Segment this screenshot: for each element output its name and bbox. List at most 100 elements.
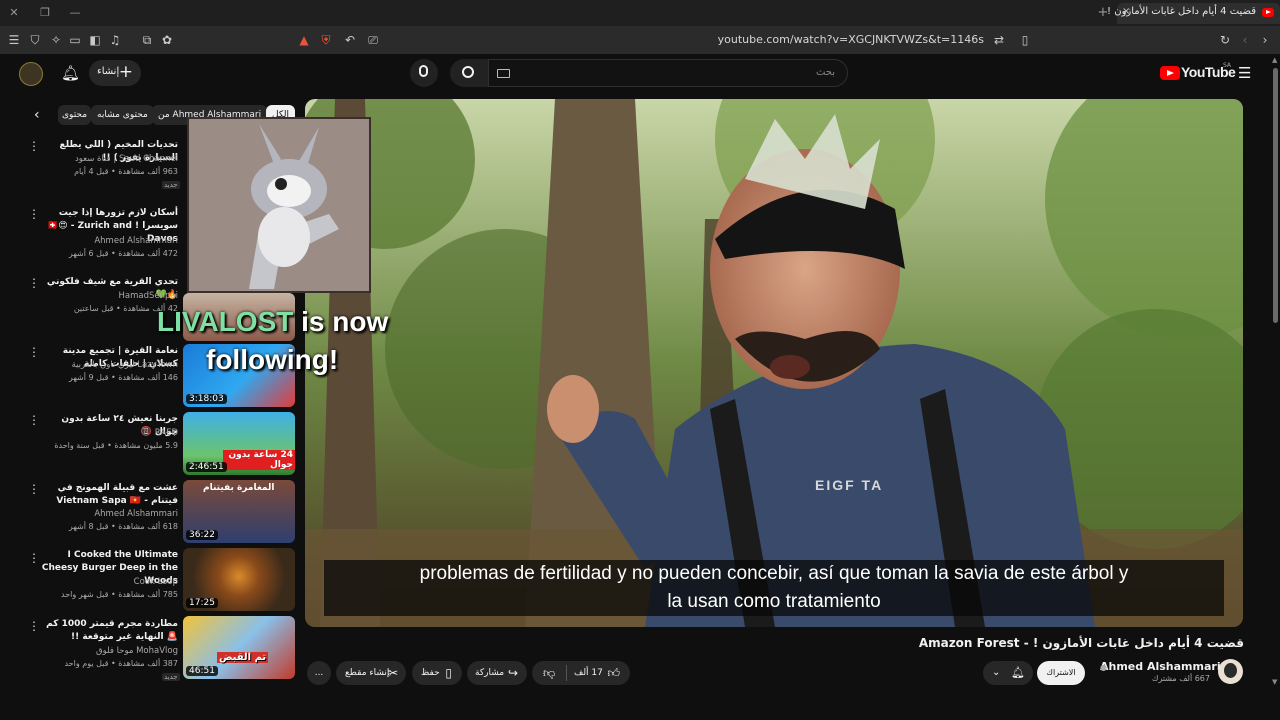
scroll-up-icon[interactable]: ▲ (1272, 56, 1277, 64)
new-badge: جديد (162, 673, 180, 681)
voice-search-button[interactable] (410, 59, 438, 87)
alert-icon[interactable]: ▲ (296, 32, 312, 48)
more-actions-icon[interactable]: ⋮ (28, 277, 40, 289)
video-duration: 17:25 (186, 598, 218, 608)
thumbnail-text: تم القبض (217, 652, 269, 663)
chip-similar[interactable]: محتوى مشابه (91, 105, 154, 125)
channel-name[interactable]: Ahmed Alshammari (38, 509, 178, 519)
menu-icon[interactable]: ☰ (1238, 65, 1251, 81)
more-actions-icon[interactable]: ⋮ (28, 620, 40, 632)
video-duration: 2:46:51 (186, 462, 227, 472)
share-button[interactable]: ↪ مشاركة (467, 661, 527, 685)
video-title[interactable]: مطاردة مجرم قيمتر 1000 كم 🚨 النهاية غير … (38, 618, 178, 644)
video-meta: 785 ألف مشاهدة • قبل شهر واحد (61, 590, 178, 599)
chip-scroll-left-icon[interactable]: ‹ (34, 107, 40, 123)
extensions-icon[interactable]: ✿ (159, 32, 175, 48)
video-duration: 36:22 (186, 530, 218, 540)
channel-name[interactable]: MohaVlog موحا فلوق (38, 646, 178, 656)
window-restore-icon[interactable]: ❐ (37, 5, 53, 21)
like-icon[interactable]: 👍︎ (607, 661, 620, 685)
browser-tab[interactable]: × قضيت 4 أيام داخل غابات الأمازون ! (1107, 3, 1280, 24)
caption-line-1: problemas de fertilidad y no pueden conc… (419, 563, 1129, 584)
channel-name[interactable]: LazyTown ليزي تاون بالعربية (38, 360, 178, 370)
menu-icon[interactable]: ☰ (6, 32, 22, 48)
scrollbar-thumb[interactable] (1273, 68, 1278, 323)
clip-button[interactable]: ✂ إنشاء مقطع (336, 661, 406, 685)
subscriber-count: 667 ألف مشترك (1151, 674, 1210, 683)
more-actions-icon[interactable]: ⋮ (28, 414, 40, 426)
music-icon[interactable]: ♫ (107, 32, 123, 48)
save-button[interactable]: ▯ حفظ (412, 661, 462, 685)
bookmark-icon: ▯ (445, 666, 452, 680)
window-close-icon[interactable]: ✕ (6, 5, 22, 21)
search-placeholder: بحث (815, 67, 835, 78)
follow-text: is now (293, 306, 389, 337)
bookmark-icon[interactable]: ▯ (1017, 32, 1033, 48)
tabs-icon[interactable]: ▭ (67, 32, 83, 48)
more-actions-icon[interactable]: ⋮ (28, 483, 40, 495)
channel-name[interactable]: Ahmed Alshammari (38, 236, 178, 246)
search-input[interactable]: بحث (488, 59, 848, 87)
verified-icon: ● (1100, 663, 1107, 672)
keyboard-icon[interactable] (497, 69, 510, 78)
chip-related-partial[interactable]: محتوى (58, 105, 92, 125)
overlay-cartoon-image (187, 117, 371, 293)
caption-line-2: la usan como tratamiento (667, 591, 881, 612)
video-thumbnail[interactable]: 17:25 (183, 548, 295, 611)
video-meta: 472 ألف مشاهدة • قبل 6 أشهر (68, 249, 178, 258)
channel-avatar[interactable] (1218, 659, 1243, 684)
channel-name[interactable]: Saud Channel | قناة سعود (38, 154, 178, 164)
back-icon[interactable]: ‹ (1237, 32, 1253, 48)
sidebar-icon[interactable]: ◧ (87, 32, 103, 48)
video-title[interactable]: عشت مع قبيلة الهمونج في فيتنام - Vietnam… (38, 482, 178, 508)
like-dislike-group: 👎︎ 17 ألف 👍︎ (532, 661, 630, 685)
youtube-logo-icon[interactable] (1160, 66, 1180, 80)
region-code: SA (1223, 62, 1232, 69)
video-captions: problemas de fertilidad y no pueden conc… (324, 560, 1224, 616)
screenshot-icon[interactable]: ⧉ (139, 32, 155, 48)
subscribe-button[interactable]: الاشتراك (1037, 661, 1085, 685)
more-button[interactable]: ... (307, 661, 331, 685)
follow-alert-line-1: LIVALOST is now (157, 306, 388, 338)
site-settings-icon[interactable]: ⇄ (991, 32, 1007, 48)
more-actions-icon[interactable]: ⋮ (28, 140, 40, 152)
save-label: حفظ (421, 668, 440, 678)
notifications-bell-icon[interactable]: 🔔︎ (61, 64, 80, 82)
puzzle-icon[interactable]: ✧ (48, 32, 64, 48)
scroll-down-icon[interactable]: ▼ (1272, 678, 1277, 686)
brave-shield-icon[interactable]: ⛨ (318, 32, 334, 48)
video-thumbnail[interactable]: المغامرة بفيتنام 36:22 (183, 480, 295, 543)
reload-icon[interactable]: ↻ (1217, 32, 1233, 48)
dislike-icon[interactable]: 👎︎ (543, 661, 555, 685)
shield-icon[interactable]: ⛉ (27, 32, 43, 48)
channel-name[interactable]: RAED (38, 428, 178, 438)
channel-name-main[interactable]: Ahmed Alshammari (1100, 660, 1221, 673)
follow-alert-line-2: following! (206, 344, 339, 375)
follower-name: LIVALOST (157, 306, 294, 337)
share-label: مشاركة (475, 668, 505, 678)
cast-icon[interactable]: ⎚ (365, 32, 381, 48)
forward-icon[interactable]: › (1257, 32, 1273, 48)
browser-titlebar: ✕ ❐ — + × قضيت 4 أيام داخل غابات الأمازو… (0, 0, 1280, 26)
video-meta: 146 ألف مشاهدة • قبل 9 أشهر (68, 373, 178, 382)
search-button[interactable] (450, 59, 488, 87)
more-actions-icon[interactable]: ⋮ (28, 552, 40, 564)
more-icon: ... (314, 668, 324, 678)
more-actions-icon[interactable]: ⋮ (28, 208, 40, 220)
clip-label: إنشاء مقطع (345, 668, 390, 678)
video-meta: 963 ألف مشاهدة • قبل 4 أيام (74, 167, 178, 176)
channel-name[interactable]: HamadSenpai (38, 291, 178, 301)
avatar[interactable] (19, 62, 43, 86)
url-bar[interactable]: youtube.com/watch?v=XGCJNKTVWZs&t=1146s (700, 33, 984, 46)
more-actions-icon[interactable]: ⋮ (28, 346, 40, 358)
video-duration: 46:51 (186, 666, 218, 676)
create-button[interactable]: + إنشاء (89, 60, 141, 86)
notifications-pill[interactable]: ⌄ 🔔︎ (983, 661, 1033, 685)
channel-name[interactable]: Cook Loop (38, 577, 178, 587)
video-thumbnail[interactable]: 24 ساعة بدون جوال 2:46:51 (183, 412, 295, 475)
video-player[interactable]: EIGF TA (305, 99, 1243, 627)
undo-icon[interactable]: ↶ (342, 32, 358, 48)
video-thumbnail[interactable]: تم القبض 46:51 (183, 616, 295, 679)
window-minimize-icon[interactable]: — (67, 5, 83, 21)
search-icon (462, 66, 474, 78)
